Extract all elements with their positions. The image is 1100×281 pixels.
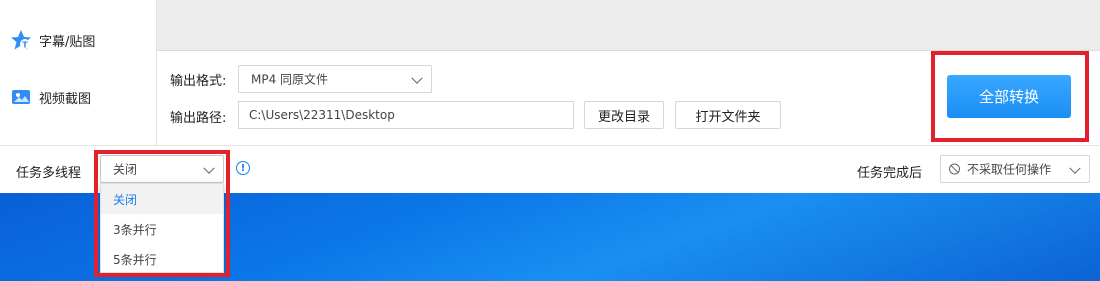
after-task-label: 任务完成后 bbox=[857, 166, 923, 181]
svg-text:T: T bbox=[22, 41, 28, 50]
output-path-label: 输出路径: bbox=[170, 111, 227, 126]
after-task-value: 不采取任何操作 bbox=[967, 162, 1052, 177]
ban-icon bbox=[949, 163, 960, 175]
change-directory-button[interactable]: 更改目录 bbox=[584, 101, 664, 129]
highlight-box-multithread bbox=[94, 150, 230, 277]
output-path-input[interactable]: C:\Users\22311\Desktop bbox=[238, 101, 574, 129]
multithread-label: 任务多线程 bbox=[16, 166, 82, 181]
chevron-down-icon bbox=[411, 72, 423, 84]
sidebar: T 字幕/贴图 视频截图 bbox=[0, 0, 157, 145]
sidebar-item-subtitle-sticker[interactable]: T 字幕/贴图 bbox=[10, 29, 95, 51]
star-t-icon: T bbox=[10, 29, 32, 51]
open-folder-button[interactable]: 打开文件夹 bbox=[675, 101, 781, 129]
convert-all-button[interactable]: 全部转换 bbox=[947, 75, 1071, 118]
sidebar-item-label: 视频截图 bbox=[39, 91, 92, 107]
after-task-select[interactable]: 不采取任何操作 bbox=[940, 155, 1090, 183]
output-format-select[interactable]: MP4 同原文件 bbox=[238, 65, 432, 93]
info-icon[interactable]: ! bbox=[236, 161, 250, 175]
chevron-down-icon bbox=[1069, 162, 1081, 174]
output-format-label: 输出格式: bbox=[170, 74, 227, 89]
output-path-value: C:\Users\22311\Desktop bbox=[249, 108, 395, 122]
file-list-area bbox=[157, 0, 1100, 51]
output-format-value: MP4 同原文件 bbox=[251, 72, 329, 87]
sidebar-item-label: 字幕/贴图 bbox=[39, 34, 96, 50]
sidebar-item-video-screenshot[interactable]: 视频截图 bbox=[10, 86, 91, 108]
image-icon bbox=[10, 86, 32, 108]
